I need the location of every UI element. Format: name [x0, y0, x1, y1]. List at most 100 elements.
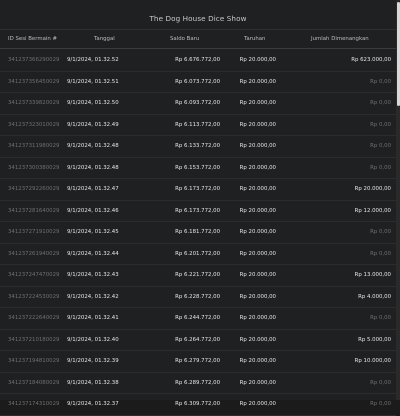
- win-amount-cell: Rp 12.000,00: [354, 207, 391, 214]
- balance-cell: Rp 6.201.772,00: [175, 250, 220, 257]
- table-row[interactable]: 341237311980029 9/1/2024, 01.32.48 Rp 6.13…: [0, 136, 396, 158]
- table-row[interactable]: 341237184080029 9/1/2024, 01.32.38 Rp 6.28…: [0, 373, 396, 394]
- date-cell: 9/1/2024, 01.32.39: [67, 358, 119, 364]
- table-row[interactable]: 341237300380029 9/1/2024, 01.32.48 Rp 6.15…: [0, 158, 396, 179]
- bet-cell: Rp 20.000,00: [239, 229, 276, 235]
- date-cell: 9/1/2024, 01.32.52: [67, 57, 119, 63]
- date-cell: 9/1/2024, 01.32.44: [67, 250, 119, 257]
- game-title: The Dog House Dice Show: [149, 13, 247, 23]
- win-amount-cell: Rp 0,00: [370, 78, 391, 85]
- session-id-cell: 341237292260029: [8, 186, 60, 192]
- bet-cell: Rp 20.000,00: [239, 401, 276, 407]
- table-row[interactable]: 341237247470029 9/1/2024, 01.32.43 Rp 6.22…: [0, 265, 396, 287]
- win-amount-cell: Rp 623.000,00: [351, 57, 391, 63]
- table-row[interactable]: 341237292260029 9/1/2024, 01.32.47 Rp 6.17…: [0, 179, 396, 201]
- table-row[interactable]: 341237281640029 9/1/2024, 01.32.46 Rp 6.17…: [0, 201, 396, 222]
- date-cell: 9/1/2024, 01.32.48: [67, 164, 119, 171]
- balance-cell: Rp 6.676.772,00: [175, 57, 220, 63]
- bet-cell: Rp 20.000,00: [239, 100, 276, 106]
- date-cell: 9/1/2024, 01.32.41: [67, 315, 119, 321]
- date-cell: 9/1/2024, 01.32.43: [67, 272, 119, 278]
- session-id-cell: 341237366290029: [8, 57, 60, 63]
- table-row[interactable]: 341237366290029 9/1/2024, 01.32.52 Rp 6.67…: [0, 50, 396, 72]
- balance-cell: Rp 6.093.772,00: [175, 100, 220, 106]
- date-cell: 9/1/2024, 01.32.48: [67, 143, 119, 149]
- bet-cell: Rp 20.000,00: [239, 164, 276, 171]
- session-id-cell: 341237281640029: [8, 207, 60, 214]
- table-row[interactable]: 341237271910029 9/1/2024, 01.32.45 Rp 6.18…: [0, 222, 396, 244]
- date-cell: 9/1/2024, 01.32.50: [67, 100, 119, 106]
- session-id-cell: 341237271910029: [8, 229, 60, 235]
- balance-cell: Rp 6.153.772,00: [175, 164, 220, 171]
- balance-cell: Rp 6.173.772,00: [175, 207, 220, 214]
- balance-cell: Rp 6.228.772,00: [175, 293, 220, 300]
- win-amount-cell: Rp 20.000,00: [354, 186, 391, 192]
- balance-cell: Rp 6.244.772,00: [175, 315, 220, 321]
- header-win-amount[interactable]: Jumlah Dimenangkan: [311, 30, 369, 48]
- balance-cell: Rp 6.133.772,00: [175, 143, 220, 149]
- date-cell: 9/1/2024, 01.32.37: [67, 401, 119, 407]
- table-row[interactable]: 341237210180029 9/1/2024, 01.32.40 Rp 6.26…: [0, 330, 396, 351]
- win-amount-cell: Rp 0,00: [370, 401, 391, 407]
- bet-cell: Rp 20.000,00: [239, 293, 276, 300]
- session-id-cell: 341237311980029: [8, 143, 60, 149]
- table-row[interactable]: 341237356450029 9/1/2024, 01.32.51 Rp 6.07…: [0, 72, 396, 93]
- header-new-balance[interactable]: Saldo Baru: [170, 30, 199, 48]
- date-cell: 9/1/2024, 01.32.38: [67, 379, 119, 386]
- session-id-cell: 341237194810029: [8, 358, 60, 364]
- scrollbar-thumb[interactable]: [396, 2, 400, 106]
- bet-cell: Rp 20.000,00: [239, 143, 276, 149]
- date-cell: 9/1/2024, 01.32.45: [67, 229, 119, 235]
- session-id-cell: 341237356450029: [8, 78, 60, 85]
- balance-cell: Rp 6.221.772,00: [175, 272, 220, 278]
- bet-cell: Rp 20.000,00: [239, 121, 276, 128]
- win-amount-cell: Rp 5.000,00: [358, 336, 391, 343]
- win-amount-cell: Rp 10.000,00: [354, 358, 391, 364]
- win-amount-cell: Rp 0,00: [370, 379, 391, 386]
- bet-cell: Rp 20.000,00: [239, 315, 276, 321]
- session-id-cell: 341237261940029: [8, 250, 60, 257]
- bet-cell: Rp 20.000,00: [239, 207, 276, 214]
- table-row[interactable]: 341237174310029 9/1/2024, 01.32.37 Rp 6.30…: [0, 394, 396, 416]
- session-id-cell: 341237222640029: [8, 315, 60, 321]
- win-amount-cell: Rp 0,00: [370, 143, 391, 149]
- date-cell: 9/1/2024, 01.32.46: [67, 207, 119, 214]
- win-amount-cell: Rp 0,00: [370, 100, 391, 106]
- date-cell: 9/1/2024, 01.32.42: [67, 293, 119, 300]
- session-id-cell: 341237323010029: [8, 121, 60, 128]
- win-amount-cell: Rp 0,00: [370, 229, 391, 235]
- table-row[interactable]: 341237194810029 9/1/2024, 01.32.39 Rp 6.27…: [0, 351, 396, 373]
- win-amount-cell: Rp 0,00: [370, 164, 391, 171]
- header-date[interactable]: Tanggal: [94, 30, 115, 48]
- table-row[interactable]: 341237222640029 9/1/2024, 01.32.41 Rp 6.24…: [0, 308, 396, 330]
- bet-cell: Rp 20.000,00: [239, 250, 276, 257]
- scrollbar[interactable]: [396, 0, 400, 400]
- window-title: The Dog House Dice Show: [0, 7, 396, 30]
- table-row[interactable]: 341237339820029 9/1/2024, 01.32.50 Rp 6.09…: [0, 93, 396, 115]
- balance-cell: Rp 6.113.772,00: [175, 121, 220, 128]
- win-amount-cell: Rp 0,00: [370, 250, 391, 257]
- session-id-cell: 341237339820029: [8, 100, 60, 106]
- balance-cell: Rp 6.309.772,00: [175, 401, 220, 407]
- table-row[interactable]: 341237261940029 9/1/2024, 01.32.44 Rp 6.20…: [0, 244, 396, 265]
- date-cell: 9/1/2024, 01.32.51: [67, 78, 119, 85]
- balance-cell: Rp 6.181.772,00: [175, 229, 220, 235]
- balance-cell: Rp 6.073.772,00: [175, 78, 220, 85]
- session-id-cell: 341237300380029: [8, 164, 60, 171]
- win-amount-cell: Rp 0,00: [370, 121, 391, 128]
- session-id-cell: 341237247470029: [8, 272, 60, 278]
- bet-cell: Rp 20.000,00: [239, 272, 276, 278]
- session-id-cell: 341237224530029: [8, 293, 60, 300]
- balance-cell: Rp 6.173.772,00: [175, 186, 220, 192]
- table-header: ID Sesi Bermain # Tanggal Saldo Baru Tar…: [0, 30, 396, 49]
- header-bet[interactable]: Taruhan: [244, 30, 265, 48]
- table-row[interactable]: 341237224530029 9/1/2024, 01.32.42 Rp 6.22…: [0, 287, 396, 308]
- table-body: 341237366290029 9/1/2024, 01.32.52 Rp 6.67…: [0, 50, 396, 416]
- balance-cell: Rp 6.279.772,00: [175, 358, 220, 364]
- table-row[interactable]: 341237323010029 9/1/2024, 01.32.49 Rp 6.11…: [0, 115, 396, 136]
- game-history-panel: The Dog House Dice Show ID Sesi Bermain …: [0, 0, 396, 416]
- date-cell: 9/1/2024, 01.32.40: [67, 336, 119, 343]
- header-session-id[interactable]: ID Sesi Bermain #: [8, 30, 57, 48]
- bet-cell: Rp 20.000,00: [239, 78, 276, 85]
- bet-cell: Rp 20.000,00: [239, 57, 276, 63]
